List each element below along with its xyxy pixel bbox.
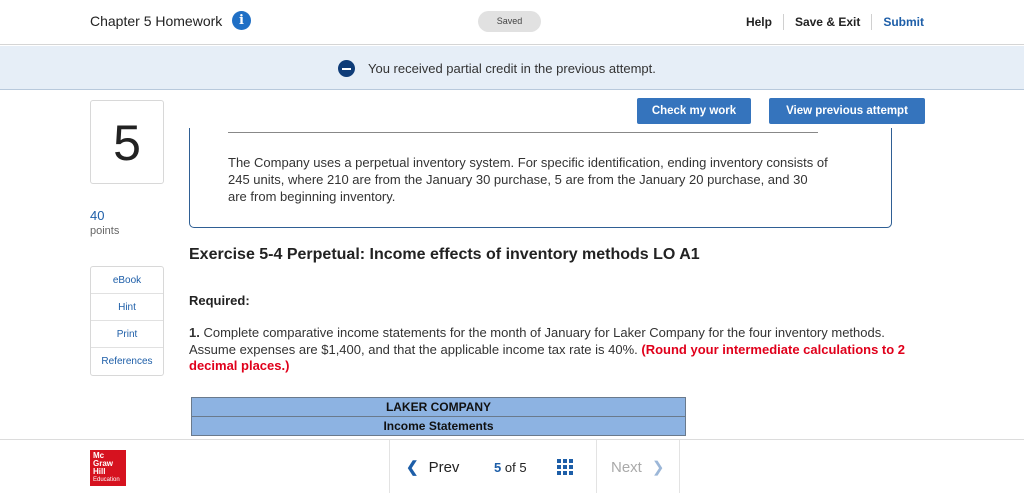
current-page: 5 [494, 460, 502, 475]
top-header: Chapter 5 Homework i Saved Help Save & E… [0, 0, 1024, 45]
problem-info-card: The Company uses a perpetual inventory s… [189, 128, 892, 228]
instruction-text: 1. Complete comparative income statement… [189, 325, 919, 375]
total-pages: 5 [519, 460, 527, 475]
logo-text: Education [93, 477, 120, 483]
assignment-title: Chapter 5 Homework [90, 13, 223, 29]
chevron-right-icon: ❯ [651, 459, 665, 476]
exercise-title: Exercise 5-4 Perpetual: Income effects o… [189, 246, 700, 263]
help-link[interactable]: Help [735, 15, 783, 29]
hint-link[interactable]: Hint [91, 294, 163, 321]
partial-credit-banner: You received partial credit in the previ… [0, 46, 1024, 90]
question-number: 5 [90, 100, 164, 184]
save-status-badge: Saved [478, 11, 541, 32]
prev-button[interactable]: ❮ Prev [406, 458, 459, 476]
statement-title-cell: Income Statements [191, 416, 686, 436]
mcgraw-hill-logo: Mc Graw Hill Education [90, 450, 126, 486]
header-links: Help Save & Exit Submit [735, 14, 924, 30]
page-indicator: 5 of 5 [494, 460, 527, 475]
check-my-work-button[interactable]: Check my work [637, 98, 751, 124]
resources-panel: eBook Hint Print References [90, 266, 164, 376]
info-icon[interactable]: i [232, 11, 251, 30]
problem-info-text: The Company uses a perpetual inventory s… [228, 155, 828, 204]
minus-circle-icon [338, 60, 355, 77]
submit-link[interactable]: Submit [872, 15, 924, 29]
next-button[interactable]: Next ❯ [611, 458, 664, 476]
references-link[interactable]: References [91, 348, 163, 375]
banner-message: You received partial credit in the previ… [368, 61, 656, 76]
view-previous-attempt-button[interactable]: View previous attempt [769, 98, 925, 124]
next-label: Next [611, 459, 642, 476]
table-row: Income Statements [191, 416, 686, 436]
points-value: 40 [90, 208, 105, 223]
chevron-left-icon: ❮ [406, 459, 419, 476]
company-name-cell: LAKER COMPANY [191, 397, 686, 417]
table-row: LAKER COMPANY [191, 397, 686, 417]
required-heading: Required: [189, 293, 250, 308]
income-statements-table: LAKER COMPANY Income Statements [191, 397, 686, 436]
save-exit-link[interactable]: Save & Exit [784, 15, 871, 29]
ebook-link[interactable]: eBook [91, 267, 163, 294]
print-link[interactable]: Print [91, 321, 163, 348]
logo-text: Hill [93, 467, 106, 476]
divider [596, 440, 597, 493]
prev-label: Prev [428, 459, 460, 476]
footer-nav-bar: Mc Graw Hill Education ❮ Prev 5 of 5 Next… [0, 439, 1024, 493]
page-of-label: of [504, 460, 516, 475]
item-number: 1. [189, 325, 200, 340]
question-navigator: ❮ Prev 5 of 5 Next ❯ [389, 440, 680, 493]
divider [228, 132, 818, 133]
points-label: points [90, 225, 120, 237]
grid-icon[interactable] [557, 459, 573, 475]
